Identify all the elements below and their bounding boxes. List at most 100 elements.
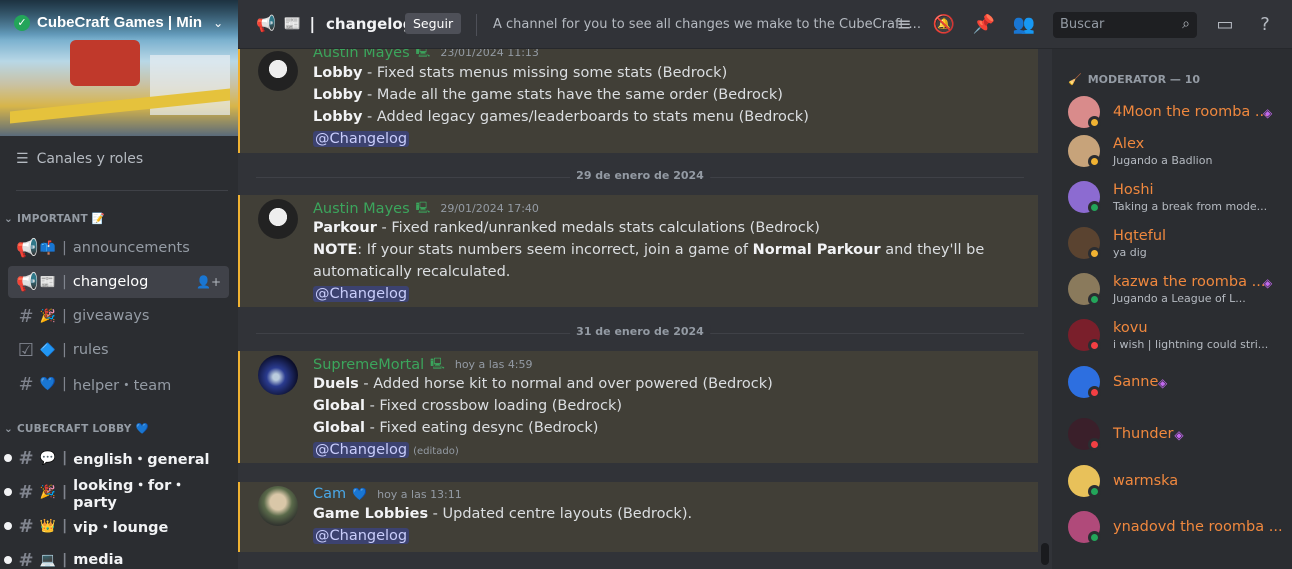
channel-topic[interactable]: A channel for you to see all changes we … — [493, 17, 921, 32]
status-indicator — [1088, 386, 1101, 399]
member-item[interactable]: kovu i wish | lightning could stri... — [1068, 319, 1288, 361]
chevron-down-icon: ⌄ — [4, 212, 13, 225]
channels-and-roles[interactable]: ☰ Canales y roles — [16, 151, 143, 167]
computer-icon: 🖳 — [430, 357, 445, 370]
computer-icon: 🖳 — [415, 201, 431, 214]
search-icon: ⌕ — [1182, 16, 1190, 32]
channel-emoji: 🎉 — [39, 484, 56, 500]
channel-rules[interactable]: ☑ 🔷 | rules — [8, 334, 229, 366]
unread-indicator — [4, 556, 12, 564]
divider — [476, 14, 477, 36]
scrollbar[interactable] — [1041, 543, 1049, 565]
role-mention[interactable]: @Changelog — [313, 286, 410, 302]
members-icon[interactable]: 👥 — [1012, 13, 1036, 37]
category-cubecraft-lobby[interactable]: ⌄ CUBECRAFT LOBBY 💙 — [4, 422, 149, 436]
channel-vip-lounge[interactable]: # 👑 | vip・lounge — [4, 510, 229, 542]
member-list: 🧹 MODERATOR — 10 4Moon the roomba ... ◈ Al… — [1052, 49, 1292, 569]
follow-button[interactable]: Seguir — [405, 13, 462, 34]
message-timestamp: 29/01/2024 17:40 — [440, 202, 539, 215]
avatar[interactable] — [258, 355, 298, 395]
channel-changelog[interactable]: 📢 📰 | changelog 👤+ — [8, 266, 229, 298]
boost-gem-icon: ◈ — [1263, 106, 1273, 120]
mute-bell-icon[interactable]: 🔕 — [932, 13, 956, 37]
server-banner[interactable]: ✓ CubeCraft Games | Min ⌄ — [0, 0, 238, 136]
member-item[interactable]: ynadovd the roomba ... — [1068, 511, 1288, 553]
channel-label: english・general — [73, 451, 210, 468]
discord-app: ✓ CubeCraft Games | Min ⌄ ☰ Canales y ro… — [0, 0, 1292, 569]
member-item[interactable]: Hqteful ya dig — [1068, 227, 1288, 269]
megaphone-icon: 📢 — [16, 237, 39, 259]
member-item[interactable]: warmska — [1068, 465, 1288, 507]
unread-indicator — [4, 522, 12, 530]
member-item[interactable]: Sanne ◈ — [1068, 366, 1288, 408]
message-timestamp: hoy a las 13:11 — [377, 487, 462, 501]
inbox-icon[interactable]: ▭ — [1213, 13, 1237, 37]
channel-emoji: 📫 — [39, 240, 57, 256]
channel-helper-team[interactable]: # 💙 | helper・team — [8, 368, 229, 400]
member-name: Sanne — [1113, 374, 1159, 390]
status-indicator — [1088, 438, 1101, 451]
avatar[interactable] — [258, 199, 298, 239]
avatar[interactable] — [258, 51, 298, 91]
channel-emoji: 📰 — [39, 274, 57, 290]
message[interactable]: Austin Mayes 🖳 29/01/2024 17:40 Parkour … — [238, 195, 1038, 307]
member-item[interactable]: Thunder ◈ — [1068, 418, 1288, 460]
boost-gem-icon: ◈ — [1263, 276, 1273, 290]
message-author[interactable]: SupremeMortal — [313, 357, 424, 373]
message[interactable]: Cam 💙 hoy a las 13:11 Game Lobbies - Upd… — [238, 482, 1038, 552]
boost-gem-icon: ◈ — [1158, 376, 1168, 390]
message-line: Global - Fixed eating desync (Bedrock) — [313, 420, 599, 436]
search-input[interactable]: Buscar ⌕ — [1053, 12, 1197, 38]
help-icon[interactable]: ? — [1253, 13, 1277, 37]
status-indicator — [1088, 339, 1101, 352]
role-mention[interactable]: @Changelog — [313, 442, 410, 458]
message-author[interactable]: Cam — [313, 486, 346, 502]
hash-icon: # — [18, 481, 34, 503]
channel-giveaways[interactable]: # 🎉 | giveaways — [8, 300, 229, 332]
channel-looking-for-party[interactable]: # 🎉 | looking・for・party — [4, 476, 229, 511]
message-author[interactable]: Austin Mayes — [313, 49, 410, 61]
member-item[interactable]: 4Moon the roomba ... ◈ — [1068, 96, 1288, 138]
status-indicator — [1088, 116, 1101, 129]
pin-icon[interactable]: 📌 — [972, 13, 996, 37]
member-name: Thunder — [1113, 426, 1174, 442]
avatar[interactable] — [258, 486, 298, 526]
member-activity: ya dig — [1113, 246, 1147, 259]
message[interactable]: Austin Mayes 🖳 23/01/2024 11:13 Lobby - … — [238, 49, 1038, 153]
channel-english-general[interactable]: # 💬 | english・general — [4, 442, 229, 474]
message-line: NOTE: If your stats numbers seem incorre… — [313, 242, 985, 258]
rules-icon: ☑ — [17, 339, 35, 361]
channel-label: media — [73, 552, 124, 568]
member-item[interactable]: kazwa the roomba ... ◈ Jugando a League of… — [1068, 273, 1288, 315]
channel-emoji: 💙 — [39, 376, 57, 392]
member-item[interactable]: Alex Jugando a Badlion — [1068, 135, 1288, 177]
add-user-icon[interactable]: 👤+ — [196, 275, 221, 289]
channel-type-icons: 📢 📰 | — [256, 14, 316, 33]
message-author[interactable]: Austin Mayes — [313, 201, 410, 217]
edited-tag: (editado) — [413, 446, 459, 457]
role-mention[interactable]: @Changelog — [313, 131, 410, 147]
channel-emoji: 🔷 — [39, 342, 57, 358]
status-indicator — [1088, 531, 1101, 544]
role-mention[interactable]: @Changelog — [313, 528, 410, 544]
status-indicator — [1088, 485, 1101, 498]
member-name: kovu — [1113, 320, 1148, 336]
channel-media[interactable]: # 💻 | media — [4, 544, 229, 569]
channel-announcements[interactable]: 📢 📫 | announcements — [8, 232, 229, 264]
category-label: CUBECRAFT LOBBY — [17, 422, 132, 435]
message[interactable]: SupremeMortal 🖳 hoy a las 4:59 Duels - A… — [238, 351, 1038, 463]
date-divider: 29 de enero de 2024 — [256, 169, 1024, 182]
message-mention-line: @Changelog (editado) — [313, 442, 459, 458]
member-item[interactable]: Hoshi Taking a break from mode... — [1068, 181, 1288, 223]
channel-label: changelog — [72, 274, 149, 290]
message-line: Parkour - Fixed ranked/unranked medals s… — [313, 220, 820, 236]
category-emoji: 📝 — [91, 213, 106, 225]
category-important[interactable]: ⌄ IMPORTANT 📝 — [4, 212, 106, 226]
threads-icon[interactable]: ≡ — [892, 13, 916, 37]
status-indicator — [1088, 201, 1101, 214]
channel-emoji: 👑 — [39, 518, 57, 534]
member-name: ynadovd the roomba ... — [1113, 519, 1283, 535]
server-header[interactable]: ✓ CubeCraft Games | Min ⌄ — [14, 14, 223, 31]
message-line: Lobby - Added legacy games/leaderboards … — [313, 109, 809, 125]
category-label: IMPORTANT — [17, 212, 88, 225]
